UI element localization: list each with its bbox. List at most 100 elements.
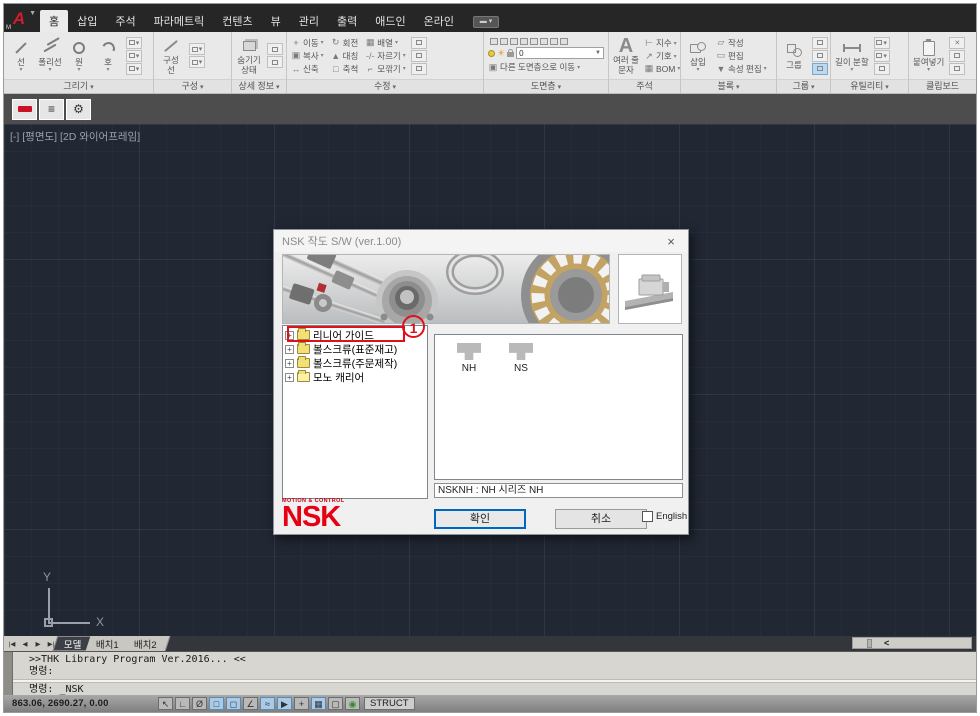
tool-bom[interactable]: ▦BOM▾ <box>644 63 680 74</box>
panel-label-clipboard[interactable]: 클립보드 <box>909 79 976 93</box>
ribbon-tab-view[interactable]: 뷰 <box>262 10 290 32</box>
layer-lock-icon[interactable] <box>507 52 514 57</box>
tool-stretch[interactable]: ↔신축 <box>291 63 324 75</box>
layer-tool-icon[interactable] <box>550 38 558 45</box>
panel-label-modify[interactable]: 수정 <box>287 79 483 93</box>
tool-line[interactable]: 선▾ <box>8 39 34 72</box>
tool-modify-b[interactable] <box>411 50 427 62</box>
ribbon-tab-home[interactable]: 홈 <box>40 10 68 32</box>
layer-tool-icon[interactable] <box>530 38 538 45</box>
tool-hatch[interactable]: ▾ <box>126 63 142 75</box>
tool-array[interactable]: ▦배열▾ <box>365 37 405 49</box>
tool-polyline[interactable]: 폴리선▾ <box>37 39 63 72</box>
tool-fillet[interactable]: ⌐모깎기▾ <box>365 63 405 75</box>
panel-label-group[interactable]: 그룹 <box>777 79 830 93</box>
expand-plus-icon[interactable]: + <box>285 359 294 368</box>
layer-thaw-icon[interactable]: ☀ <box>497 49 505 57</box>
list-item-ns[interactable]: NS <box>501 343 541 374</box>
panel-label-construct[interactable]: 구성 <box>154 79 231 93</box>
tool-circle[interactable]: 원▾ <box>66 39 92 72</box>
ribbon-tab-insert[interactable]: 삽입 <box>68 10 106 32</box>
panel-label-utility[interactable]: 유틸리티 <box>831 79 908 93</box>
tool-detail-a[interactable] <box>267 43 283 55</box>
first-tab-button[interactable]: |◀ <box>6 640 18 648</box>
tool-move[interactable]: +이동▾ <box>291 37 324 49</box>
tool-detail-b[interactable] <box>267 56 283 68</box>
command-history[interactable]: >>THK Library Program Ver.2016... << 명령: <box>13 652 976 679</box>
tool-attr-edit[interactable]: ▼속성 편집▾ <box>716 63 767 75</box>
viewport-controls-label[interactable]: [-] [평면도] [2D 와이어프레임] <box>10 129 140 144</box>
layer-tool-icon[interactable] <box>500 38 508 45</box>
tool-arc[interactable]: 호▾ <box>95 39 121 72</box>
tool-group[interactable]: 그룹 <box>781 42 807 70</box>
toggle-sc[interactable]: ◉ <box>345 697 360 710</box>
ribbon-tab-parametric[interactable]: 파라메트릭 <box>145 10 214 32</box>
layer-tool-icon[interactable] <box>520 38 528 45</box>
expand-plus-icon[interactable]: + <box>285 345 294 354</box>
layer-select[interactable]: 0▼ <box>516 47 604 59</box>
tool-construct-a[interactable]: ▾ <box>189 43 205 55</box>
english-checkbox[interactable] <box>642 511 653 522</box>
panel-label-draw[interactable]: 그리기 <box>4 79 153 93</box>
toggle-grid[interactable]: Ø <box>192 697 207 710</box>
tool-trim[interactable]: -/-자르기▾ <box>365 50 405 62</box>
tool-ungroup[interactable] <box>812 37 828 49</box>
layer-on-icon[interactable] <box>488 50 495 57</box>
scroll-left-arrow[interactable]: < <box>884 638 889 648</box>
tab-layout2[interactable]: 배치2 <box>124 636 171 651</box>
toggle-dyn[interactable]: ▶ <box>277 697 292 710</box>
tree-item-ballscrew-custom[interactable]: + 볼스크류(주문제작) <box>285 356 427 370</box>
panel-label-detail[interactable]: 상세 정보 <box>232 79 286 93</box>
toggle-ducs[interactable]: ▦ <box>311 697 326 710</box>
layer-tool-icon[interactable] <box>510 38 518 45</box>
command-input-line[interactable]: 명령: _NSK <box>13 683 976 695</box>
panel-label-layers[interactable]: 도면층 <box>484 79 608 93</box>
tool-mirror[interactable]: ▲대칭 <box>331 50 359 62</box>
toggle-infer[interactable]: ↖ <box>158 697 173 710</box>
tool-utility-a[interactable]: ▾ <box>874 37 890 49</box>
dialog-titlebar[interactable]: NSK 작도 S/W (ver.1.00) × <box>274 230 688 252</box>
tool-group-edit[interactable] <box>812 50 828 62</box>
toggle-ortho[interactable]: □ <box>209 697 224 710</box>
ribbon-tab-output[interactable]: 출력 <box>328 10 366 32</box>
tool-measure[interactable]: 길이 분할▾ <box>835 39 869 72</box>
app-menu-button[interactable]: A M ▼ <box>4 6 34 32</box>
list-button[interactable]: ≡ <box>39 99 64 120</box>
command-window-grip[interactable] <box>4 652 13 695</box>
viewport-canvas[interactable]: [-] [평면도] [2D 와이어프레임] Y X NSK 작도 S/W (ve… <box>4 124 976 636</box>
tool-copy[interactable]: ▣복사▾ <box>291 50 324 62</box>
list-item-nh[interactable]: NH <box>449 343 489 374</box>
ok-button[interactable]: 확인 <box>434 509 526 529</box>
panel-label-block[interactable]: 블록 <box>681 79 776 93</box>
tool-modify-c[interactable] <box>411 63 427 75</box>
ribbon-tab-content[interactable]: 컨텐츠 <box>213 10 261 32</box>
settings-button[interactable]: ⚙ <box>66 99 91 120</box>
nsk-plugin-button[interactable] <box>12 99 37 120</box>
tool-mtext[interactable]: A 여러 줄 문자 <box>613 37 639 75</box>
cancel-button[interactable]: 취소 <box>555 509 647 529</box>
toggle-lwt[interactable]: + <box>294 697 309 710</box>
close-icon[interactable]: × <box>662 234 680 249</box>
toggle-otrack[interactable]: ≈ <box>260 697 275 710</box>
toggle-polar[interactable]: ◻ <box>226 697 241 710</box>
tool-insert-block[interactable]: 삽입▾ <box>685 39 711 72</box>
next-tab-button[interactable]: ▶ <box>32 640 44 648</box>
tool-utility-b[interactable]: ▾ <box>874 50 890 62</box>
tool-rotate[interactable]: ↻회전 <box>331 37 359 49</box>
tool-move-layer[interactable]: ▣다른 도면층으로 이동▾ <box>488 61 604 73</box>
struct-button[interactable]: STRUCT <box>364 697 415 710</box>
layer-tool-icon[interactable] <box>540 38 548 45</box>
tool-scale[interactable]: □축척 <box>331 63 359 75</box>
tool-rectangle[interactable]: ▾ <box>126 37 142 49</box>
tool-cut[interactable]: ✕ <box>949 37 965 49</box>
tool-block-edit[interactable]: ▭편집 <box>716 50 767 62</box>
tool-construction-line[interactable]: 구성 선 <box>158 37 184 75</box>
scroll-grip[interactable] <box>867 639 872 648</box>
tool-copy-clip[interactable] <box>949 50 965 62</box>
panel-label-annotate[interactable]: 주석 <box>609 79 680 93</box>
tool-construct-b[interactable]: ▾ <box>189 56 205 68</box>
tree-item-ballscrew-stock[interactable]: + 볼스크류(표준재고) <box>285 342 427 356</box>
ribbon-tab-annotate[interactable]: 주석 <box>106 10 144 32</box>
ribbon-tab-online[interactable]: 온라인 <box>415 10 463 32</box>
toggle-qp[interactable]: ▢ <box>328 697 343 710</box>
